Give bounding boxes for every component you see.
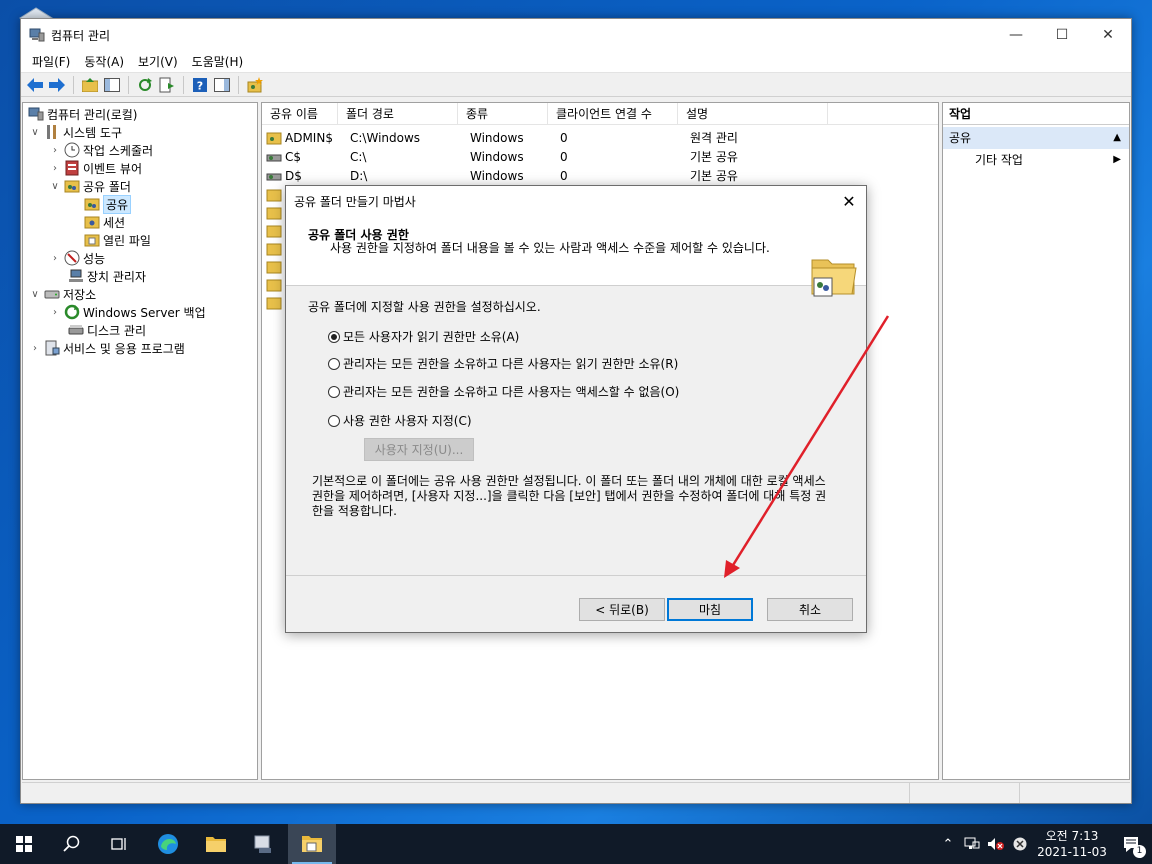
task-view-icon [111,838,126,850]
search-icon [63,835,80,852]
volume-muted-icon[interactable] [984,824,1008,864]
taskbar-edge[interactable] [144,824,192,864]
taskbar-file-explorer[interactable] [192,824,240,864]
taskbar: ⌃ 오전 7:13 2021-11-03 1 [0,824,1152,864]
windows-logo-icon [16,836,32,852]
clock-time: 오전 7:13 [1045,829,1099,843]
start-button[interactable] [0,824,48,864]
edge-icon [158,834,178,854]
clock-date: 2021-11-03 [1037,845,1107,859]
task-view-button[interactable] [96,824,144,864]
taskbar-computer-management[interactable] [288,824,336,864]
clock[interactable]: 오전 7:13 2021-11-03 [1032,828,1112,860]
show-hidden-icons-chevron-icon[interactable]: ⌃ [936,824,960,864]
search-button[interactable] [48,824,96,864]
annotation-arrow-icon [724,315,890,578]
notification-count-badge: 1 [1133,845,1146,858]
notification-center-button[interactable]: 1 [1112,824,1152,864]
folder-icon [206,837,226,852]
error-status-icon[interactable] [1008,824,1032,864]
shared-folder-icon [302,836,322,852]
taskbar-server-manager[interactable] [240,824,288,864]
system-tray: ⌃ 오전 7:13 2021-11-03 1 [936,824,1152,864]
network-icon[interactable] [960,824,984,864]
server-manager-icon [254,835,271,853]
